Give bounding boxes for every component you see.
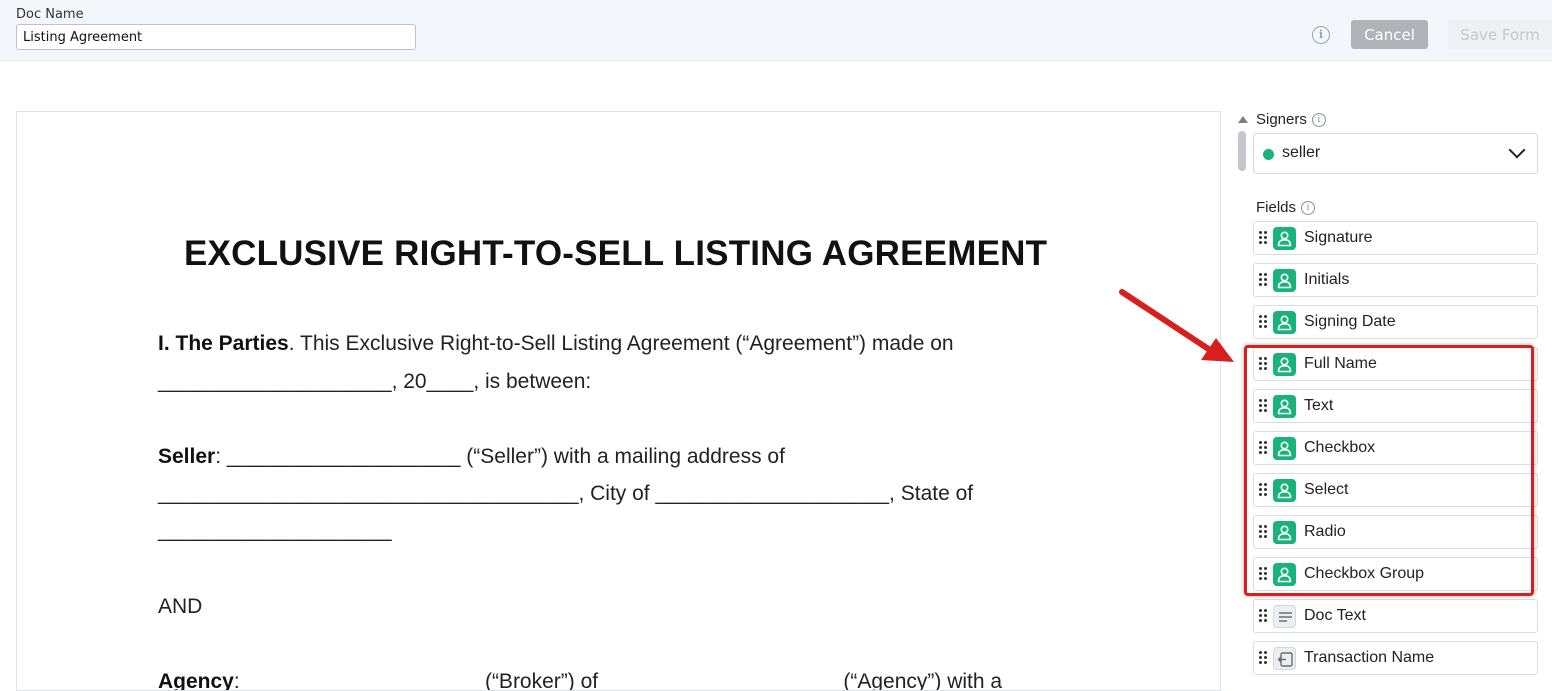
field-label: Doc Text: [1304, 607, 1366, 624]
drag-handle-icon[interactable]: [1259, 483, 1268, 497]
drag-handle-icon[interactable]: [1259, 441, 1268, 455]
drag-handle-icon[interactable]: [1259, 651, 1268, 665]
seller-heading: Seller: [158, 445, 216, 468]
red-arrow-icon: [1119, 289, 1234, 362]
person-icon: [1273, 563, 1296, 586]
person-icon: [1273, 353, 1296, 376]
doc-name-label: Doc Name: [16, 7, 84, 22]
chevron-down-icon: [1508, 141, 1526, 159]
and-text: AND: [158, 595, 203, 618]
agency-paragraph: Agency: ____________________ (“Broker”) …: [158, 670, 1003, 691]
document-page[interactable]: EXCLUSIVE RIGHT-TO-SELL LISTING AGREEMEN…: [16, 111, 1221, 691]
drag-handle-icon[interactable]: [1259, 609, 1268, 623]
field-item[interactable]: Checkbox Group: [1253, 557, 1538, 591]
field-item[interactable]: Radio: [1253, 515, 1538, 549]
drag-handle-icon[interactable]: [1259, 567, 1268, 581]
doc-name-input[interactable]: [16, 24, 416, 50]
signer-selected-value: seller: [1282, 144, 1321, 161]
drag-handle-icon[interactable]: [1259, 357, 1268, 371]
field-item[interactable]: Checkbox: [1253, 431, 1538, 465]
field-label: Radio: [1304, 523, 1346, 540]
signer-select[interactable]: seller: [1253, 133, 1538, 174]
seller-text: : ____________________ (“Seller”) with a…: [215, 445, 785, 468]
person-icon: [1273, 311, 1296, 334]
field-item[interactable]: Signing Date: [1253, 305, 1538, 339]
parties-paragraph: I. The Parties. This Exclusive Right-to-…: [158, 332, 954, 356]
fields-heading: Fields i: [1256, 199, 1316, 216]
person-icon: [1273, 521, 1296, 544]
field-label: Select: [1304, 481, 1349, 498]
person-icon: [1273, 269, 1296, 292]
signers-info-icon[interactable]: i: [1311, 113, 1326, 128]
field-label: Signing Date: [1304, 313, 1396, 330]
fields-label: Fields: [1256, 199, 1297, 216]
signer-color-dot: [1263, 149, 1274, 160]
field-item[interactable]: Transaction Name: [1253, 641, 1538, 675]
address-line: ____________________________________, Ci…: [158, 482, 974, 505]
field-item[interactable]: Initials: [1253, 263, 1538, 297]
drag-handle-icon[interactable]: [1259, 273, 1268, 287]
state-line: ____________________: [158, 519, 392, 542]
document-title: EXCLUSIVE RIGHT-TO-SELL LISTING AGREEMEN…: [184, 234, 1048, 273]
field-item[interactable]: Full Name: [1253, 347, 1538, 381]
field-item[interactable]: Signature: [1253, 221, 1538, 255]
cancel-button[interactable]: Cancel: [1351, 20, 1428, 49]
field-label: Checkbox Group: [1304, 565, 1425, 582]
parties-text: . This Exclusive Right-to-Sell Listing A…: [288, 332, 954, 355]
field-item[interactable]: Text: [1253, 389, 1538, 423]
scroll-up-arrow-icon[interactable]: [1238, 116, 1248, 123]
field-item[interactable]: Select: [1253, 473, 1538, 507]
person-icon: [1273, 437, 1296, 460]
top-bar: Doc Name i Cancel Save Form: [0, 0, 1552, 61]
field-label: Signature: [1304, 229, 1373, 246]
field-label: Checkbox: [1304, 439, 1376, 456]
person-icon: [1273, 395, 1296, 418]
field-label: Text: [1304, 397, 1334, 414]
text-lines-icon: [1273, 605, 1296, 628]
signers-heading: Signers i: [1256, 111, 1326, 128]
agency-text: : ____________________ (“Broker”) of ___…: [233, 670, 1003, 691]
person-icon: [1273, 227, 1296, 250]
date-line: ____________________, 20____, is between…: [158, 370, 592, 393]
drag-handle-icon[interactable]: [1259, 525, 1268, 539]
field-label: Full Name: [1304, 355, 1377, 372]
drag-handle-icon[interactable]: [1259, 399, 1268, 413]
save-form-button[interactable]: Save Form: [1448, 20, 1552, 49]
seller-paragraph: Seller: ____________________ (“Seller”) …: [158, 445, 785, 469]
field-label: Initials: [1304, 271, 1350, 288]
transaction-icon: [1273, 647, 1296, 670]
signers-label: Signers: [1256, 111, 1307, 128]
fields-info-icon[interactable]: i: [1301, 201, 1316, 216]
agency-heading: Agency: [158, 670, 234, 691]
info-icon[interactable]: i: [1312, 26, 1330, 44]
sidebar-scrollbar[interactable]: [1238, 131, 1246, 171]
drag-handle-icon[interactable]: [1259, 231, 1268, 245]
field-label: Transaction Name: [1304, 649, 1435, 666]
person-icon: [1273, 479, 1296, 502]
drag-handle-icon[interactable]: [1259, 315, 1268, 329]
parties-heading: I. The Parties: [158, 332, 289, 355]
field-item[interactable]: Doc Text: [1253, 599, 1538, 633]
